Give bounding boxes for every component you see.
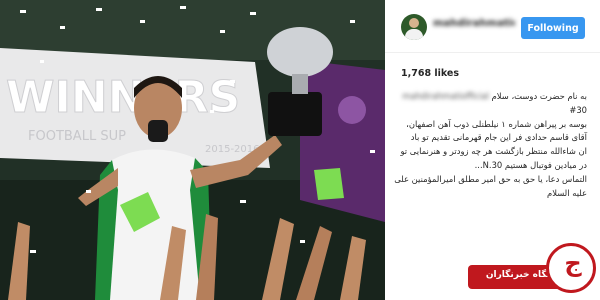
watermark-logo: باشگاه خبرنگاران ج [468, 243, 600, 300]
watermark-mark-icon: ج [564, 249, 582, 277]
trophy-base [268, 92, 322, 136]
post-photo[interactable]: WINNERS FOOTBALL SUP 2015-2016 [0, 0, 385, 300]
caption-line-2[interactable]: #30 [399, 104, 587, 118]
caption-username[interactable]: mahdirahmatiofficial [402, 91, 489, 101]
post-caption: به نام حضرت دوست، سلام mahdirahmatioffic… [394, 90, 587, 200]
caption-line-4: آقای قاسم حدادی فر این جام قهرمانی تقدیم… [410, 132, 587, 143]
caption-line-5: ان شاءالله منتظر بازگشت هر چه زودتر و هن… [400, 146, 587, 157]
likes-count[interactable]: 1,768 likes [401, 68, 459, 79]
caption-line-6: در میادین فوتبال هستیم N.30... [474, 159, 587, 170]
caption-line-1: به نام حضرت دوست، سلام [491, 91, 587, 101]
banner-word: WINNERS [6, 72, 240, 123]
avatar[interactable] [401, 14, 427, 40]
post-header: mahdirahmatiofficial Following [385, 0, 600, 53]
username[interactable]: mahdirahmatiofficial [433, 18, 515, 30]
caption-line-3: بوسه بر پیراهن شماره ۱ نیلطنلی ذوب آهن ا… [406, 118, 587, 129]
caption-line-8: علیه السلام [547, 187, 587, 198]
trophy-cup [267, 27, 333, 77]
following-button[interactable]: Following [521, 17, 585, 39]
caption-line-7: التماس دعا، یا حق به حق امیر مطلق امیرال… [394, 173, 587, 184]
celebration-scene: WINNERS FOOTBALL SUP 2015-2016 [0, 0, 385, 300]
banner-sub: FOOTBALL SUP [28, 129, 126, 144]
